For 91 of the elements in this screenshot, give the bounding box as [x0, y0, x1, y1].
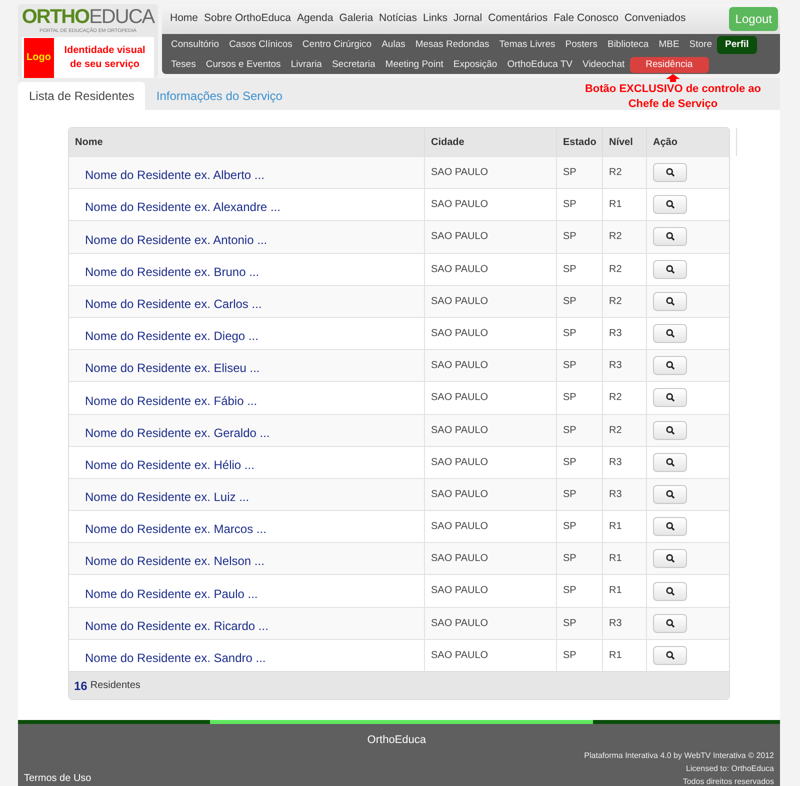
nav-link[interactable]: Links	[420, 11, 450, 27]
search-icon	[666, 361, 674, 370]
search-icon	[666, 200, 674, 210]
sub-nav-link[interactable]: Videochat	[578, 58, 630, 72]
view-button[interactable]	[653, 324, 687, 344]
arrow-up-icon	[666, 74, 680, 82]
sub-nav-link[interactable]: Centro Cirúrgico	[297, 38, 377, 52]
view-button[interactable]	[653, 292, 687, 311]
view-button[interactable]	[653, 484, 687, 504]
logo-block: Logo	[24, 38, 54, 78]
nav-link[interactable]: Conveniados	[621, 11, 689, 27]
residency-button[interactable]: Residência	[630, 56, 709, 72]
identity-text: Identidade visual de seu serviço	[63, 44, 146, 72]
search-icon	[666, 296, 674, 306]
search-icon	[666, 586, 674, 596]
resident-name-link[interactable]: Nome do Residente ex. Marcos ...	[85, 520, 266, 538]
search-icon	[666, 168, 674, 178]
sub-nav-link[interactable]: OrthoEduca TV	[502, 58, 578, 72]
nav-link[interactable]: Comentários	[485, 11, 551, 27]
view-button[interactable]	[653, 646, 687, 665]
resident-name-link[interactable]: Nome do Residente ex. Paulo ...	[85, 584, 258, 603]
nav-link[interactable]: Notícias	[376, 11, 420, 27]
view-button[interactable]	[653, 227, 687, 246]
resident-name-link[interactable]: Nome do Residente ex. Eliseu ...	[85, 359, 260, 378]
footer-text: Todos direitos reservados	[682, 776, 774, 786]
sub-nav-link[interactable]: Biblioteca	[602, 38, 654, 52]
sub-nav-link[interactable]: MBE	[654, 38, 684, 52]
search-icon	[666, 232, 674, 242]
sub-nav-link[interactable]: Meeting Point	[380, 58, 448, 72]
view-button[interactable]	[653, 420, 687, 440]
sub-nav-link[interactable]: Cursos e Eventos	[200, 58, 286, 72]
resident-name-link[interactable]: Nome do Residente ex. Fábio ...	[85, 392, 258, 410]
terms-link[interactable]: Termos de Uso	[24, 771, 368, 786]
resident-name-link[interactable]: Nome do Residente ex. Carlos ...	[85, 294, 262, 313]
footer-text: Plataforma Interativa 4.0 by WebTV Interativa © 2012	[584, 750, 774, 762]
view-button[interactable]	[653, 452, 687, 472]
resident-name-link[interactable]: Nome do Residente ex. Antonio ...	[85, 230, 268, 249]
sub-nav-link[interactable]: Mesas Redondas	[410, 38, 494, 52]
search-icon	[666, 618, 674, 628]
resident-name-link[interactable]: Nome do Residente ex. Alberto ...	[85, 166, 264, 184]
view-button[interactable]	[653, 163, 687, 182]
view-button[interactable]	[653, 388, 687, 408]
nav-link[interactable]: Sobre OrthoEduca	[201, 11, 294, 27]
resident-name-link[interactable]: Nome do Residente ex. Ricardo ...	[85, 616, 268, 635]
tab[interactable]: Lista de Residentes	[18, 82, 146, 110]
sub-nav-link[interactable]: Livraria	[286, 58, 327, 72]
view-button[interactable]	[653, 582, 687, 601]
view-button[interactable]	[653, 614, 687, 633]
resident-count: 16	[74, 678, 88, 694]
search-icon	[666, 393, 674, 402]
view-button[interactable]	[653, 195, 687, 214]
count-label: Residentes	[90, 679, 140, 693]
sub-nav-link[interactable]: Posters	[560, 38, 602, 52]
view-button[interactable]	[653, 260, 687, 279]
search-icon	[666, 522, 674, 532]
footer-text: Licensed to: OrthoEduca	[686, 762, 774, 774]
sub-nav-link[interactable]: Aulas	[376, 38, 410, 52]
sub-nav-link[interactable]: Exposição	[448, 58, 502, 72]
logo-wordmark[interactable]: ORTHOEDUCA	[22, 6, 154, 28]
search-icon	[666, 264, 674, 274]
view-button[interactable]	[653, 517, 687, 536]
view-button[interactable]	[653, 549, 687, 568]
sub-nav-link[interactable]: Secretaria	[326, 58, 380, 72]
sub-nav-link[interactable]: Teses	[166, 58, 201, 72]
footer-title: OrthoEduca	[367, 733, 426, 748]
resident-name-link[interactable]: Nome do Residente ex. Nelson ...	[85, 552, 264, 570]
resident-name-link[interactable]: Nome do Residente ex. Geraldo ...	[85, 424, 270, 442]
search-icon	[666, 650, 674, 660]
resident-name-link[interactable]: Nome do Residente ex. Diego ...	[85, 327, 258, 346]
search-icon	[666, 554, 674, 564]
sub-nav-link[interactable]: Consultório	[166, 38, 224, 52]
nav-link[interactable]: Galeria	[336, 11, 376, 27]
search-icon	[666, 329, 674, 338]
sub-nav-link[interactable]: Temas Livres	[494, 38, 560, 52]
profile-button[interactable]: Perfil	[717, 36, 757, 54]
view-button[interactable]	[653, 356, 687, 376]
search-icon	[666, 458, 674, 467]
sub-nav-link[interactable]: Store	[684, 38, 717, 52]
search-icon	[666, 426, 674, 435]
nav-link[interactable]: Home	[167, 11, 202, 27]
search-icon	[666, 490, 674, 499]
nav-link[interactable]: Agenda	[294, 11, 336, 27]
resident-name-link[interactable]: Nome do Residente ex. Hélio ...	[85, 456, 254, 474]
nav-link[interactable]: Fale Conosco	[550, 11, 622, 27]
resident-name-link[interactable]: Nome do Residente ex. Bruno ...	[85, 262, 260, 281]
annotation-text: Botão EXCLUSIVO de controle ao Chefe de Serviço	[584, 82, 762, 112]
nav-link[interactable]: Jornal	[450, 11, 486, 27]
resident-name-link[interactable]: Nome do Residente ex. Luiz ...	[85, 488, 250, 506]
resident-name-link[interactable]: Nome do Residente ex. Sandro ...	[85, 649, 266, 667]
sub-nav-link[interactable]: Casos Clínicos	[224, 38, 298, 52]
resident-name-link[interactable]: Nome do Residente ex. Alexandre ...	[85, 198, 280, 216]
